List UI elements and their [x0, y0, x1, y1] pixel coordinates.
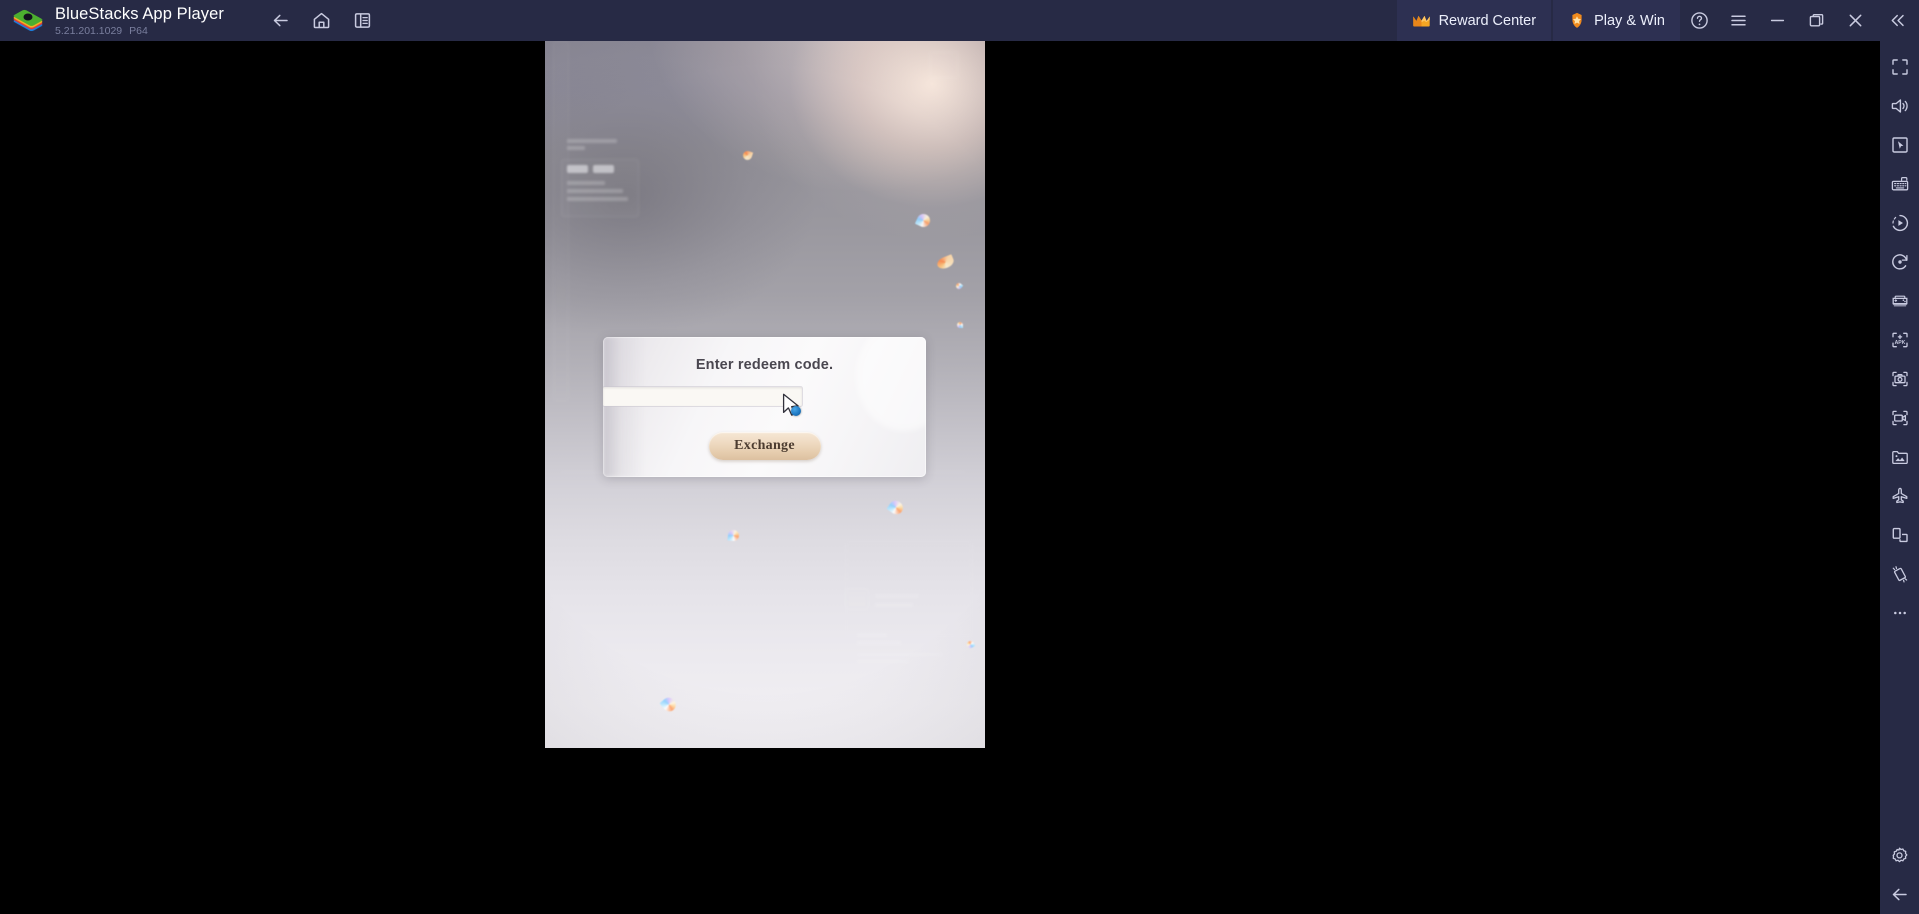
sidebar-eco-mode[interactable] [1880, 476, 1919, 515]
macro-play-icon [1891, 214, 1908, 231]
bluestacks-logo-icon [12, 6, 44, 36]
video-record-icon [1891, 410, 1908, 425]
play-and-win-button[interactable]: Play & Win [1553, 0, 1680, 41]
help-button[interactable] [1680, 0, 1719, 41]
restore-button[interactable] [1797, 0, 1836, 41]
sidebar-more-options[interactable] [1880, 593, 1919, 632]
instance-manager-button[interactable] [342, 0, 383, 41]
media-gallery-icon [1891, 450, 1908, 464]
minimize-icon [1770, 19, 1785, 22]
gamepad-icon [1892, 295, 1907, 306]
sidebar-settings[interactable] [1880, 836, 1919, 875]
reward-center-button[interactable]: Reward Center [1396, 0, 1552, 41]
multi-instance-icon [1892, 527, 1908, 542]
titlebar-nav [260, 0, 383, 41]
svg-text:APK: APK [1894, 340, 1905, 346]
restore-icon [1809, 14, 1824, 27]
sidebar-keyboard-controls[interactable] [1880, 164, 1919, 203]
back-arrow-icon [273, 14, 288, 27]
double-chevron-left-icon [1891, 14, 1904, 27]
right-sidebar: APK [1880, 41, 1919, 914]
redeem-code-dialog: Enter redeem code. Exchange [603, 337, 926, 477]
crown-icon [1412, 13, 1431, 28]
apk-install-icon: APK [1891, 332, 1908, 347]
home-button[interactable] [301, 0, 342, 41]
sidebar-gamepad[interactable] [1880, 281, 1919, 320]
app-version: 5.21.201.1029 [55, 24, 123, 37]
dialog-title: Enter redeem code. [695, 357, 834, 373]
bluestacks-window: BlueStacks App Player 5.21.201.1029 P64 [0, 0, 1919, 914]
cursor-pointer-icon [1891, 136, 1908, 153]
sidebar-multi-instance[interactable] [1880, 515, 1919, 554]
sidebar-fullscreen[interactable] [1880, 47, 1919, 86]
app-build: P64 [129, 24, 148, 37]
help-circle-icon [1691, 12, 1708, 29]
game-viewport[interactable]: Enter redeem code. Exchange [545, 41, 985, 748]
volume-icon [1891, 98, 1908, 113]
more-dots-icon [1893, 611, 1906, 614]
redeem-code-input[interactable] [603, 387, 802, 406]
app-version-row: 5.21.201.1029 P64 [55, 25, 224, 37]
back-arrow-icon [1892, 888, 1907, 901]
rotate-icon [1891, 253, 1908, 270]
sidebar-rotate[interactable] [1880, 242, 1919, 281]
screenshot-camera-icon [1891, 371, 1908, 386]
shake-tilt-icon [1892, 565, 1907, 582]
minimize-button[interactable] [1758, 0, 1797, 41]
sidebar-media-manager[interactable] [1880, 437, 1919, 476]
play-and-win-label: Play & Win [1594, 12, 1665, 29]
close-icon [1849, 14, 1862, 27]
home-icon [313, 12, 330, 29]
star-badge-icon [1568, 12, 1586, 30]
multi-instance-icon [354, 13, 371, 28]
fullscreen-icon [1891, 58, 1908, 75]
close-button[interactable] [1836, 0, 1875, 41]
sidebar-screenshot[interactable] [1880, 359, 1919, 398]
airplane-icon [1892, 487, 1907, 503]
gear-icon [1892, 847, 1908, 863]
reward-center-label: Reward Center [1438, 12, 1537, 29]
sidebar-macro-recorder[interactable] [1880, 203, 1919, 242]
sidebar-record-screen[interactable] [1880, 398, 1919, 437]
light-particle [957, 322, 963, 328]
hamburger-menu-icon [1731, 15, 1746, 26]
sidebar-game-controls[interactable] [1880, 125, 1919, 164]
menu-button[interactable] [1719, 0, 1758, 41]
back-button[interactable] [260, 0, 301, 41]
titlebar-right-group: Reward Center Play & Win [1396, 0, 1919, 41]
titlebar: BlueStacks App Player 5.21.201.1029 P64 [0, 0, 1919, 41]
light-particle [727, 529, 740, 542]
exchange-button[interactable]: Exchange [708, 432, 821, 460]
collapse-sidebar-button[interactable] [1875, 0, 1919, 41]
sidebar-back[interactable] [1880, 875, 1919, 914]
app-title-group: BlueStacks App Player 5.21.201.1029 P64 [55, 5, 224, 37]
sidebar-shake[interactable] [1880, 554, 1919, 593]
app-title: BlueStacks App Player [55, 4, 225, 23]
keyboard-icon [1891, 176, 1908, 190]
sidebar-volume[interactable] [1880, 86, 1919, 125]
sidebar-install-apk[interactable]: APK [1880, 320, 1919, 359]
